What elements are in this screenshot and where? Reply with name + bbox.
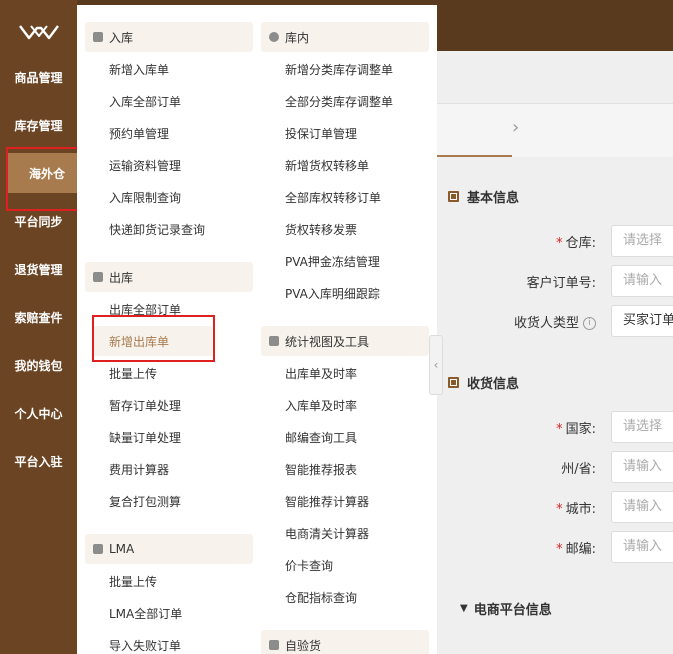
- menu-item-draft-orders[interactable]: 暂存订单处理: [109, 394, 181, 416]
- menu-item-zip-lookup[interactable]: 邮编查询工具: [285, 426, 357, 448]
- menu-item-new-inbound[interactable]: 新增入库单: [109, 58, 169, 80]
- form-icon: [448, 376, 459, 388]
- gear-icon: [269, 32, 279, 42]
- menu-item-all-adjust[interactable]: 全部分类库存调整单: [285, 90, 393, 112]
- menu-item-lma-bulk-upload[interactable]: 批量上传: [109, 570, 157, 592]
- menu-item-customs-calculator[interactable]: 电商清关计算器: [285, 522, 369, 544]
- filter-icon: [269, 336, 279, 346]
- gift-icon: [93, 544, 103, 554]
- country-select[interactable]: 请选择: [611, 411, 673, 443]
- caret-down-icon: ▼: [460, 602, 468, 614]
- menu-item-pva-deposit[interactable]: PVA押金冻结管理: [285, 250, 380, 272]
- menu-group-inbound: 入库: [85, 22, 253, 52]
- menu-item-new-adjust[interactable]: 新增分类库存调整单: [285, 58, 393, 80]
- country-row: * 国家: 请选择: [448, 410, 673, 444]
- menu-item-appointments[interactable]: 预约单管理: [109, 122, 169, 144]
- menu-item-inbound-limits[interactable]: 入库限制查询: [109, 186, 181, 208]
- menu-item-new-outbound[interactable]: 新增出库单: [109, 330, 169, 352]
- list-icon: [93, 32, 103, 42]
- menu-item-insurance[interactable]: 投保订单管理: [285, 122, 357, 144]
- sidebar-item-products[interactable]: 商品管理: [0, 57, 77, 97]
- warehouse-select[interactable]: 请选择: [611, 225, 673, 257]
- order-no-input[interactable]: 请输入: [611, 265, 673, 297]
- logo-mark-icon: [18, 25, 59, 40]
- chevron-left-icon: ‹: [433, 358, 439, 372]
- menu-item-transport-docs[interactable]: 运输资料管理: [109, 154, 181, 176]
- menu-item-express-unload[interactable]: 快递卸货记录查询: [109, 218, 205, 240]
- menu-item-pack-estimate[interactable]: 复合打包测算: [109, 490, 181, 512]
- logo: [0, 14, 77, 50]
- sidebar: 商品管理 库存管理 海外仓 平台同步 退货管理 索赔查件 我的钱包 个人中心 平…: [0, 0, 86, 654]
- warehouse-row: * 仓库: 请选择: [448, 224, 673, 258]
- state-row: 州/省: 请输入: [448, 450, 673, 484]
- top-bar: [437, 5, 673, 51]
- menu-item-fee-calculator[interactable]: 费用计算器: [109, 458, 169, 480]
- sidebar-item-inventory[interactable]: 库存管理: [0, 105, 77, 145]
- menu-item-fulfillment-metrics[interactable]: 仓配指标查询: [285, 586, 357, 608]
- menu-item-all-inbound[interactable]: 入库全部订单: [109, 90, 181, 112]
- sidebar-item-platform-join[interactable]: 平台入驻: [0, 441, 77, 481]
- section-receiver-info: 收货信息: [448, 362, 519, 402]
- bag-icon: [93, 272, 103, 282]
- zip-row: * 邮编: 请输入: [448, 530, 673, 564]
- sidebar-item-wallet[interactable]: 我的钱包: [0, 345, 77, 385]
- menu-item-smart-calculator[interactable]: 智能推荐计算器: [285, 490, 369, 512]
- form-icon: [448, 190, 459, 202]
- section-basic-info: 基本信息: [448, 176, 519, 216]
- section-platform-info[interactable]: ▼ 电商平台信息: [460, 588, 552, 628]
- chevron-right-icon[interactable]: ›: [512, 117, 519, 138]
- menu-item-lma-failed[interactable]: 导入失败订单: [109, 634, 181, 654]
- menu-item-shortage-orders[interactable]: 缺量订单处理: [109, 426, 181, 448]
- city-input[interactable]: 请输入: [611, 491, 673, 523]
- collapse-handle[interactable]: ‹: [429, 335, 443, 395]
- menu-item-outbound-timeliness[interactable]: 出库单及时率: [285, 362, 357, 384]
- sidebar-item-overseas-warehouse[interactable]: 海外仓: [8, 153, 86, 193]
- badge-icon: [269, 640, 279, 650]
- sidebar-item-claims[interactable]: 索赔查件: [0, 297, 77, 337]
- menu-group-outbound: 出库: [85, 262, 253, 292]
- menu-item-smart-report[interactable]: 智能推荐报表: [285, 458, 357, 480]
- tab-strip: [437, 103, 673, 157]
- menu-item-bulk-upload[interactable]: 批量上传: [109, 362, 157, 384]
- menu-item-pva-tracking[interactable]: PVA入库明细跟踪: [285, 282, 380, 304]
- menu-item-transfer-invoice[interactable]: 货权转移发票: [285, 218, 357, 240]
- menu-item-all-transfer[interactable]: 全部库权转移订单: [285, 186, 381, 208]
- menu-item-lma-all-orders[interactable]: LMA全部订单: [109, 602, 182, 624]
- sidebar-item-returns[interactable]: 退货管理: [0, 249, 77, 289]
- menu-item-price-card[interactable]: 价卡查询: [285, 554, 333, 576]
- city-row: * 城市: 请输入: [448, 490, 673, 524]
- active-tab-underline: [437, 155, 512, 157]
- menu-group-inventory: 库内: [261, 22, 429, 52]
- info-icon[interactable]: i: [583, 316, 596, 330]
- sidebar-item-profile[interactable]: 个人中心: [0, 393, 77, 433]
- menu-item-all-outbound[interactable]: 出库全部订单: [109, 298, 181, 320]
- order-no-row: 客户订单号: 请输入: [448, 264, 673, 298]
- receiver-type-select[interactable]: 买家订单: [611, 305, 673, 337]
- state-input[interactable]: 请输入: [611, 451, 673, 483]
- menu-group-stats: 统计视图及工具: [261, 326, 429, 356]
- menu-item-new-transfer[interactable]: 新增货权转移单: [285, 154, 369, 176]
- menu-group-selfcheck: 自验货: [261, 630, 429, 654]
- sidebar-item-platform-sync[interactable]: 平台同步: [0, 201, 77, 241]
- menu-item-inbound-timeliness[interactable]: 入库单及时率: [285, 394, 357, 416]
- receiver-type-row: 收货人类型 i 买家订单: [448, 304, 673, 338]
- zip-input[interactable]: 请输入: [611, 531, 673, 563]
- menu-group-lma: LMA: [85, 534, 253, 564]
